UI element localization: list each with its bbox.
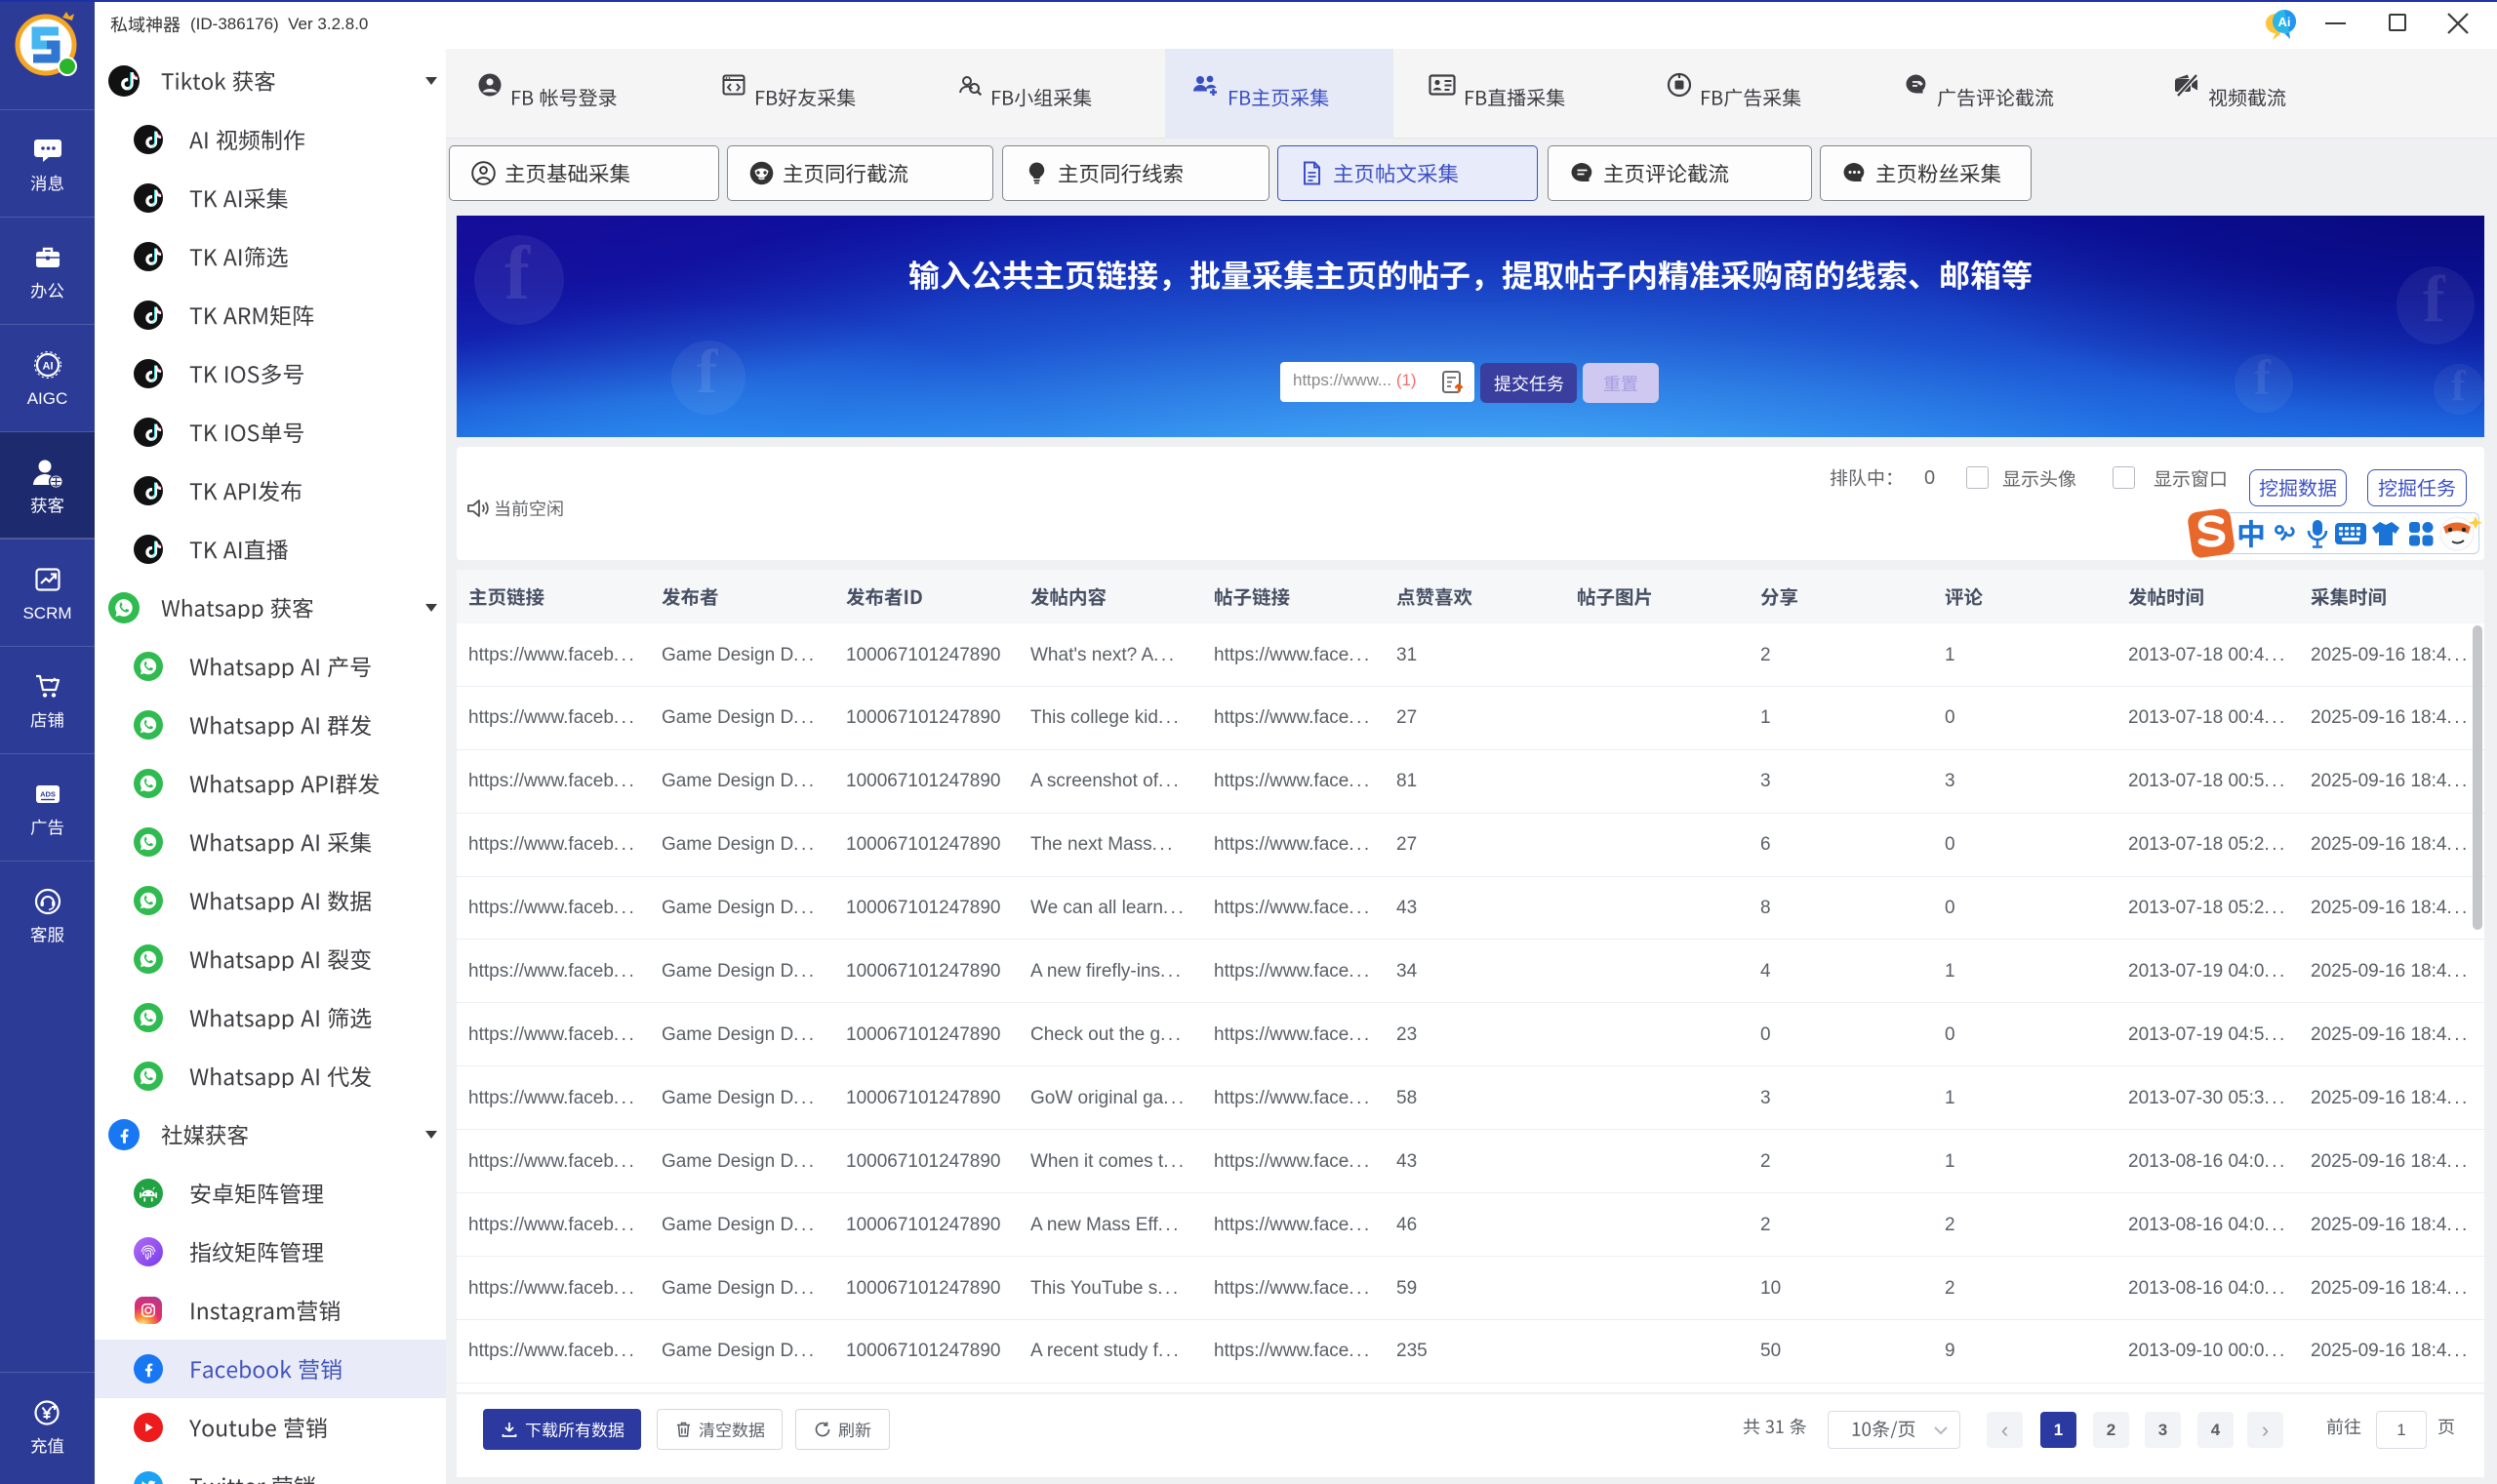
svg-text:ADS: ADS xyxy=(40,790,56,799)
svg-text:Ai: Ai xyxy=(2278,15,2291,29)
svg-text:AI: AI xyxy=(42,361,53,373)
